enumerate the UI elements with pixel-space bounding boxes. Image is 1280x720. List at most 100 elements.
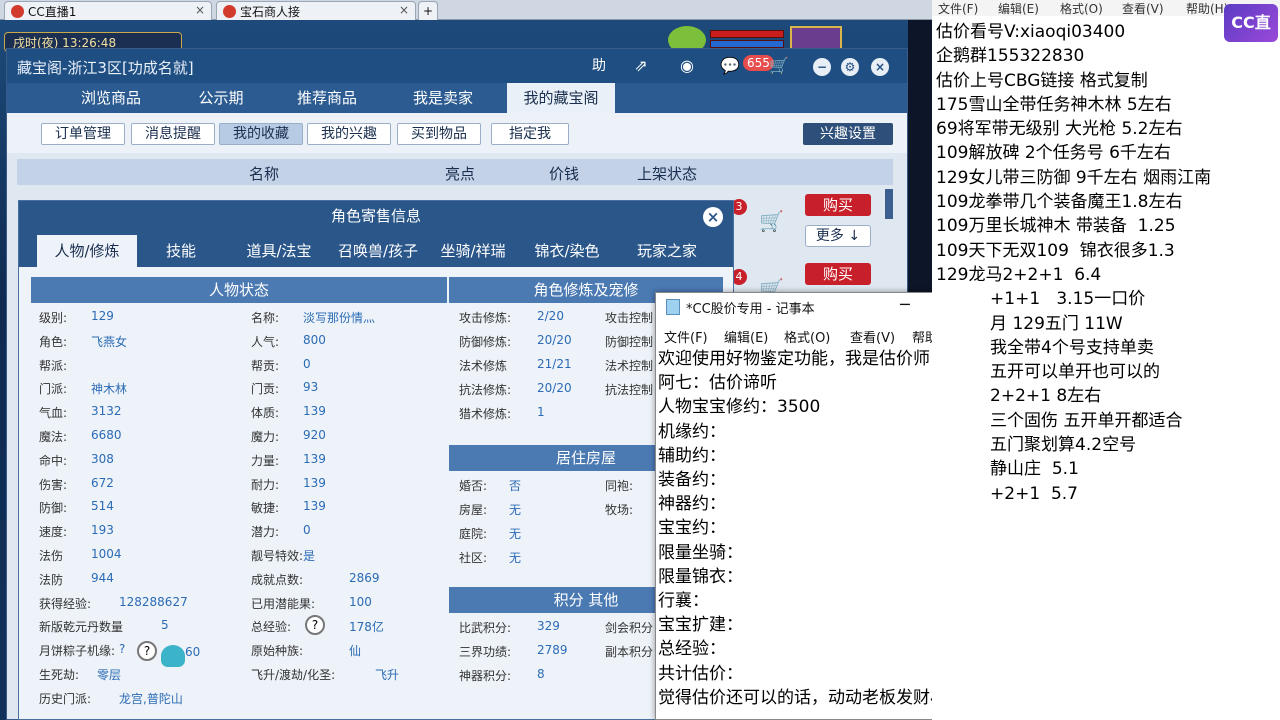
menu-view[interactable]: 查看(V)	[850, 327, 895, 346]
stat-label: 原始种族:	[251, 644, 304, 659]
score-extra-label: 副本积分	[605, 645, 654, 659]
help-icon[interactable]: ?	[137, 641, 157, 661]
chat-icon[interactable]: 💬	[717, 55, 743, 77]
cart-icon[interactable]: 🛒	[767, 55, 791, 77]
xiulian-control-label: 防御控制	[605, 335, 654, 349]
menu-file[interactable]: 文件(F)	[664, 327, 708, 346]
stat-value: 308	[91, 451, 114, 466]
help-icon[interactable]: ?	[305, 615, 325, 635]
stat-value: 神木林	[91, 382, 128, 397]
close-icon[interactable]: ×	[871, 58, 889, 76]
new-tab-button[interactable]: +	[418, 1, 438, 20]
price-line: 109龙拳带几个装备魔王1.8左右	[936, 192, 1183, 213]
house-label: 社区:	[459, 551, 488, 565]
stat-value: 672	[91, 475, 114, 490]
minimize-icon[interactable]: ─	[900, 295, 910, 314]
nav-seller[interactable]: 我是卖家	[393, 83, 493, 113]
house-label: 庭院:	[459, 527, 488, 541]
price-line: 129龙马2+2+1 6.4	[936, 264, 1102, 285]
stat-label: 潜力:	[251, 525, 280, 540]
menu-format[interactable]: 格式(O)	[784, 327, 830, 346]
house-value: 无	[509, 527, 522, 541]
stat-value: 1004	[91, 547, 122, 561]
cbg-subnav: 订单管理 消息提醒 我的收藏 我的兴趣 买到物品 指定我 兴趣设置	[7, 113, 907, 153]
stat-label: 气血:	[39, 406, 68, 421]
stat-value: 178亿	[349, 620, 384, 635]
browser-tab-cc[interactable]: CC直播1 ×	[4, 1, 212, 20]
stat-value: 龙宫,普陀山	[119, 691, 183, 706]
tab-mounts[interactable]: 坐骑/祥瑞	[431, 235, 515, 267]
price-line: +1+1 3.15一口价	[936, 289, 1146, 310]
nav-public[interactable]: 公示期	[171, 83, 271, 113]
tab-home[interactable]: 玩家之家	[623, 235, 711, 267]
close-icon[interactable]: ×	[703, 207, 723, 227]
stat-label: 飞升/渡劫/化圣:	[251, 668, 336, 682]
tab-items[interactable]: 道具/法宝	[233, 235, 325, 267]
role-tabs: 人物/修炼 技能 道具/法宝 召唤兽/孩子 坐骑/祥瑞 锦衣/染色 玩家之家	[19, 231, 733, 267]
price-line: 企鹅群155322830	[936, 46, 1085, 67]
minimize-icon[interactable]: −	[813, 58, 831, 76]
price-line: 我全带4个号支持单卖	[936, 337, 1154, 358]
menu-edit[interactable]: 编辑(E)	[998, 0, 1039, 17]
tab-pets[interactable]: 召唤兽/孩子	[331, 235, 425, 267]
message-remind-button[interactable]: 消息提醒	[131, 123, 215, 145]
record-icon[interactable]: ◉	[673, 55, 701, 77]
menu-help[interactable]: 帮助(H)	[1186, 0, 1228, 17]
my-favorites-button[interactable]: 我的收藏	[219, 123, 303, 145]
price-line: 109解放碑 2个任务号 6千左右	[936, 143, 1171, 164]
stat-label: 命中:	[39, 453, 68, 468]
xiulian-value: 2/20	[537, 309, 564, 323]
share-icon[interactable]: ⇗	[627, 55, 655, 77]
price-line: 五门聚划算4.2空号	[936, 435, 1137, 456]
stat-label: 历史门派:	[39, 691, 92, 706]
more-button[interactable]: 更多 ↓	[805, 225, 871, 247]
help-button[interactable]: 助	[585, 55, 613, 77]
interest-settings-button[interactable]: 兴趣设置	[803, 123, 893, 145]
col-name: 名称	[249, 165, 280, 183]
buy-button[interactable]: 购买	[805, 263, 871, 285]
score-value: 329	[537, 619, 560, 633]
menu-file[interactable]: 文件(F)	[938, 0, 978, 17]
assigned-me-button[interactable]: 指定我	[491, 123, 569, 145]
status-section-header: 人物状态	[31, 277, 447, 303]
role-modal-title: 角色寄售信息	[19, 201, 733, 231]
price-line: 2+2+1 8左右	[936, 386, 1102, 407]
stat-value: 128288627	[119, 594, 188, 609]
tab-close-icon[interactable]: ×	[399, 3, 409, 17]
list-scrollbar[interactable]	[885, 189, 893, 219]
tab-character[interactable]: 人物/修炼	[37, 235, 137, 267]
price-list-text[interactable]: 估价看号V:xiaoqi03400 企鹅群155322830 估价上号CBG链接 格…	[936, 20, 1280, 506]
nav-recommend[interactable]: 推荐商品	[277, 83, 377, 113]
bought-items-button[interactable]: 买到物品	[397, 123, 481, 145]
buy-button[interactable]: 购买	[805, 194, 871, 216]
stat-value: 514	[91, 499, 114, 514]
stat-value: 193	[91, 523, 114, 538]
browser-tab-gem[interactable]: 宝石商人接 ×	[216, 1, 416, 20]
menu-view[interactable]: 查看(V)	[1122, 0, 1164, 17]
my-interest-button[interactable]: 我的兴趣	[307, 123, 391, 145]
house-label: 婚否:	[459, 479, 488, 493]
tab-close-icon[interactable]: ×	[195, 3, 205, 17]
order-manage-button[interactable]: 订单管理	[41, 123, 125, 145]
price-line: 估价上号CBG链接 格式复制	[936, 70, 1148, 91]
price-line: 109天下无双109 锦衣很多1.3	[936, 240, 1175, 261]
menu-edit[interactable]: 编辑(E)	[724, 327, 768, 346]
nav-my-cbg[interactable]: 我的藏宝阁	[507, 83, 615, 113]
house-extra-label: 同袍:	[605, 479, 634, 493]
xiulian-label: 猎术修炼:	[459, 407, 512, 421]
settings-icon[interactable]: ⚙	[841, 58, 859, 76]
score-label: 比武积分:	[459, 621, 512, 635]
house-value: 无	[509, 503, 522, 517]
nav-browse[interactable]: 浏览商品	[61, 83, 161, 113]
tab-outfits[interactable]: 锦衣/染色	[525, 235, 609, 267]
price-line: 静山庄 5.1	[936, 459, 1079, 480]
tab-skills[interactable]: 技能	[149, 235, 213, 267]
cart-icon[interactable]: 🛒	[759, 209, 785, 233]
right-text-panel: 文件(F) 编辑(E) 格式(O) 查看(V) 帮助(H) 估价看号V:xiao…	[932, 0, 1280, 720]
menu-format[interactable]: 格式(O)	[1060, 0, 1103, 17]
xiulian-value: 20/20	[537, 333, 572, 347]
stat-value: 93	[303, 380, 319, 395]
xiulian-value: 21/21	[537, 357, 572, 371]
stat-label: 月饼粽子机缘:	[39, 644, 116, 659]
stat-label: 耐力:	[251, 477, 280, 492]
